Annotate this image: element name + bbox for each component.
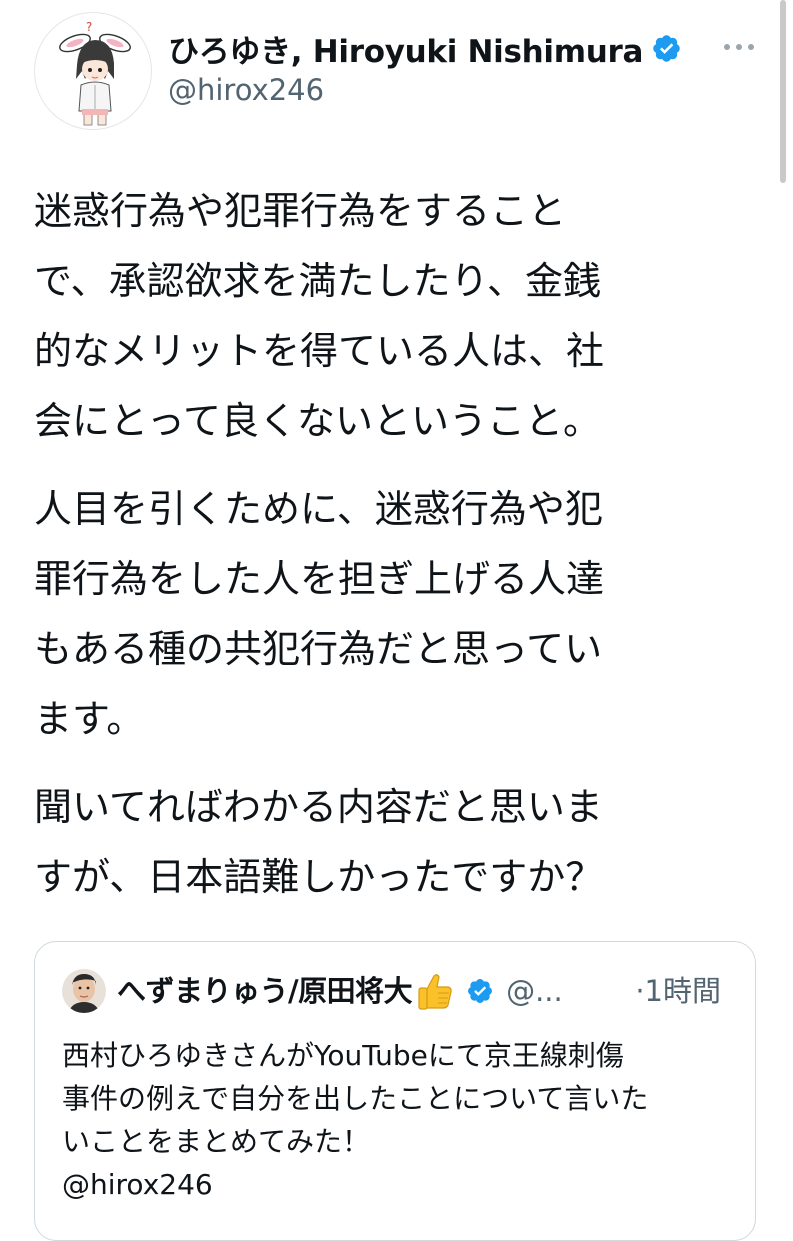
quoted-author-handle[interactable]: @...	[506, 970, 563, 1012]
quoted-author-avatar	[62, 969, 106, 1013]
quoted-tweet-card[interactable]: へずまりゅう/原田将大 @... ·1時間 西村ひろゆきさんがYouTubeにて…	[34, 941, 756, 1241]
author-handle[interactable]: @hirox246	[168, 73, 324, 107]
tweet-paragraph: 聞いてればわかる内容だと思いま すが、日本語難しかったですか？	[34, 785, 604, 899]
scrollbar[interactable]	[780, 0, 786, 183]
quoted-author-name[interactable]: へずまりゅう/原田将大	[117, 970, 413, 1012]
more-options-icon[interactable]	[722, 32, 756, 62]
tweet-paragraph: 人目を引くために、迷惑行為や犯 罪行為をした人を担ぎ上げる人達 もある種の共犯行…	[34, 487, 605, 741]
tweet-paragraph: 迷惑行為や犯罪行為をすること で、承認欲求を満たしたり、金銭 的なメリットを得て…	[34, 189, 605, 443]
thumbs-up-emoji-icon	[418, 974, 452, 1010]
quoted-tweet-text: 西村ひろゆきさんがYouTubeにて京王線刺傷 事件の例えで自分を出したことにつ…	[62, 1039, 649, 1201]
verified-badge-icon	[653, 35, 680, 62]
quoted-author-photo	[62, 969, 106, 1013]
quoted-verified-badge-icon	[468, 979, 493, 1003]
author-display-name-row[interactable]: ひろゆき, Hiroyuki Nishimura	[168, 26, 682, 71]
svg-text:?: ?	[86, 20, 92, 34]
tweet-text: 迷惑行為や犯罪行為をすること で、承認欲求を満たしたり、金銭 的なメリットを得て…	[34, 176, 734, 930]
author-display-name[interactable]: ひろゆき, Hiroyuki Nishimura	[168, 26, 643, 71]
quoted-tweet-header: へずまりゅう/原田将大 @... ·1時間	[117, 970, 721, 1012]
author-avatar[interactable]: ?	[34, 12, 152, 130]
author-avatar-illustration: ?	[59, 20, 131, 126]
quoted-tweet-timestamp[interactable]: ·1時間	[635, 970, 721, 1012]
